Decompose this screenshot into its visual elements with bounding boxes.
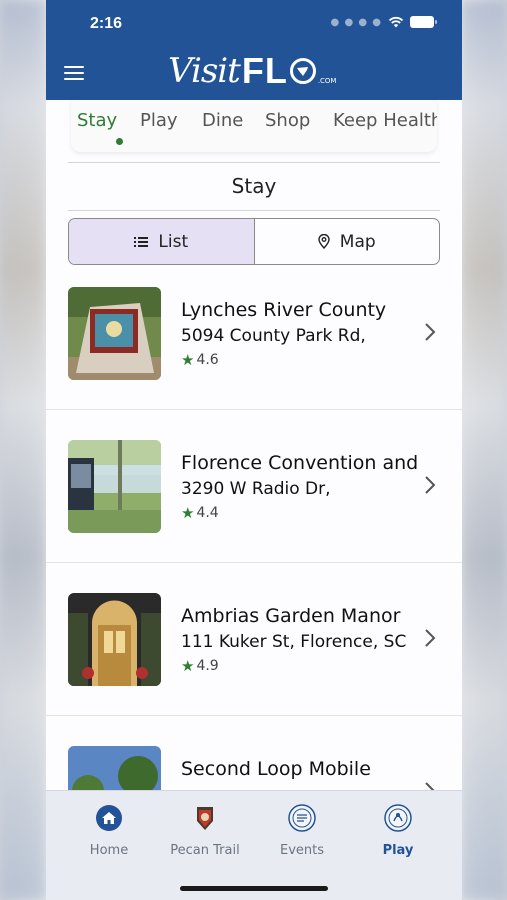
tab-shop[interactable]: Shop (265, 110, 310, 131)
listing-address: 3290 W Radio Dr, (181, 479, 331, 499)
tab-stay[interactable]: Stay (77, 110, 117, 131)
page-title: Stay (231, 174, 277, 198)
star-icon: ★ (181, 351, 195, 369)
listing-rating: ★ 4.4 (181, 504, 219, 522)
divider (68, 210, 440, 211)
rating-value: 4.4 (196, 505, 219, 521)
status-icons: ● ● ● ● (330, 16, 437, 28)
pecan-trail-icon (197, 807, 213, 830)
list-item-ambrias-garden[interactable]: Ambrias Garden Manor 111 Kuker St, Flore… (68, 593, 440, 687)
logo-com-text: .COM (317, 77, 337, 85)
nav-events[interactable]: Events (257, 803, 347, 858)
play-icon (384, 804, 412, 832)
listing-photo (68, 287, 161, 380)
logo-visit-text: Visit (168, 51, 241, 91)
chevron-right-icon (425, 629, 436, 647)
hamburger-menu-button[interactable] (64, 66, 84, 80)
tab-play[interactable]: Play (140, 110, 178, 131)
map-view-button[interactable]: Map (253, 219, 440, 264)
star-icon: ★ (181, 504, 195, 522)
view-toggle: List Map (68, 218, 440, 265)
nav-pecan-trail[interactable]: Pecan Trail (160, 803, 250, 858)
list-view-button[interactable]: List (69, 219, 254, 264)
divider (68, 162, 440, 163)
list-item-lynches-river[interactable]: Lynches River County 5094 County Park Rd… (68, 287, 440, 381)
background-blur-left (0, 0, 46, 900)
nav-events-label: Events (279, 843, 324, 858)
listing-photo (68, 593, 161, 686)
state-seal-icon (289, 58, 316, 84)
list-separator (46, 409, 462, 410)
battery-icon (410, 16, 437, 28)
listing-rating: ★ 4.6 (181, 351, 219, 369)
list-item-florence-convention[interactable]: Florence Convention and 3290 W Radio Dr,… (68, 440, 440, 534)
background-blur-right (461, 0, 507, 900)
listing-name: Florence Convention and (181, 452, 419, 474)
app-screen: 2:16 ● ● ● ● Visit FL .COM Stay Play Din… (46, 0, 462, 900)
nav-home-label: Home (89, 843, 129, 858)
nav-pecan-trail-label: Pecan Trail (170, 843, 240, 858)
home-icon (96, 805, 122, 831)
chevron-right-icon (425, 323, 436, 341)
list-separator (46, 562, 462, 563)
star-icon: ★ (181, 657, 195, 675)
events-icon (288, 804, 316, 832)
map-pin-icon (318, 234, 330, 249)
listing-address: 5094 County Park Rd, (181, 326, 366, 346)
list-separator (46, 715, 462, 716)
tab-keep-healthy[interactable]: Keep Healthy (333, 110, 437, 131)
signal-icon: ● ● ● ● (330, 16, 382, 28)
tab-dine[interactable]: Dine (202, 110, 243, 131)
visit-flo-logo: Visit FL .COM (168, 48, 338, 94)
listing-address: 111 Kuker St, Florence, SC (181, 632, 407, 652)
nav-play[interactable]: Play (353, 803, 443, 858)
bottom-tab-bar: Home Pecan Trail Events Play (46, 790, 462, 900)
category-tab-bar: Stay Play Dine Shop Keep Healthy (71, 100, 437, 152)
listing-name: Lynches River County (181, 299, 387, 321)
rating-value: 4.9 (196, 658, 219, 674)
logo-flo-text: FL (241, 50, 288, 91)
list-icon (134, 236, 149, 247)
listing-name: Second Loop Mobile (181, 758, 371, 780)
listing-photo (68, 440, 161, 533)
nav-play-label: Play (382, 843, 414, 858)
map-view-label: Map (339, 231, 376, 252)
status-time: 2:16 (90, 15, 123, 32)
listing-name: Ambrias Garden Manor (181, 605, 401, 627)
chevron-right-icon (425, 476, 436, 494)
home-indicator (180, 886, 328, 891)
listing-rating: ★ 4.9 (181, 657, 219, 675)
nav-home[interactable]: Home (64, 803, 154, 858)
wifi-icon (388, 16, 404, 28)
list-view-label: List (158, 231, 189, 252)
active-tab-indicator (116, 138, 123, 145)
app-header: 2:16 ● ● ● ● Visit FL .COM (46, 0, 462, 100)
rating-value: 4.6 (196, 352, 219, 368)
